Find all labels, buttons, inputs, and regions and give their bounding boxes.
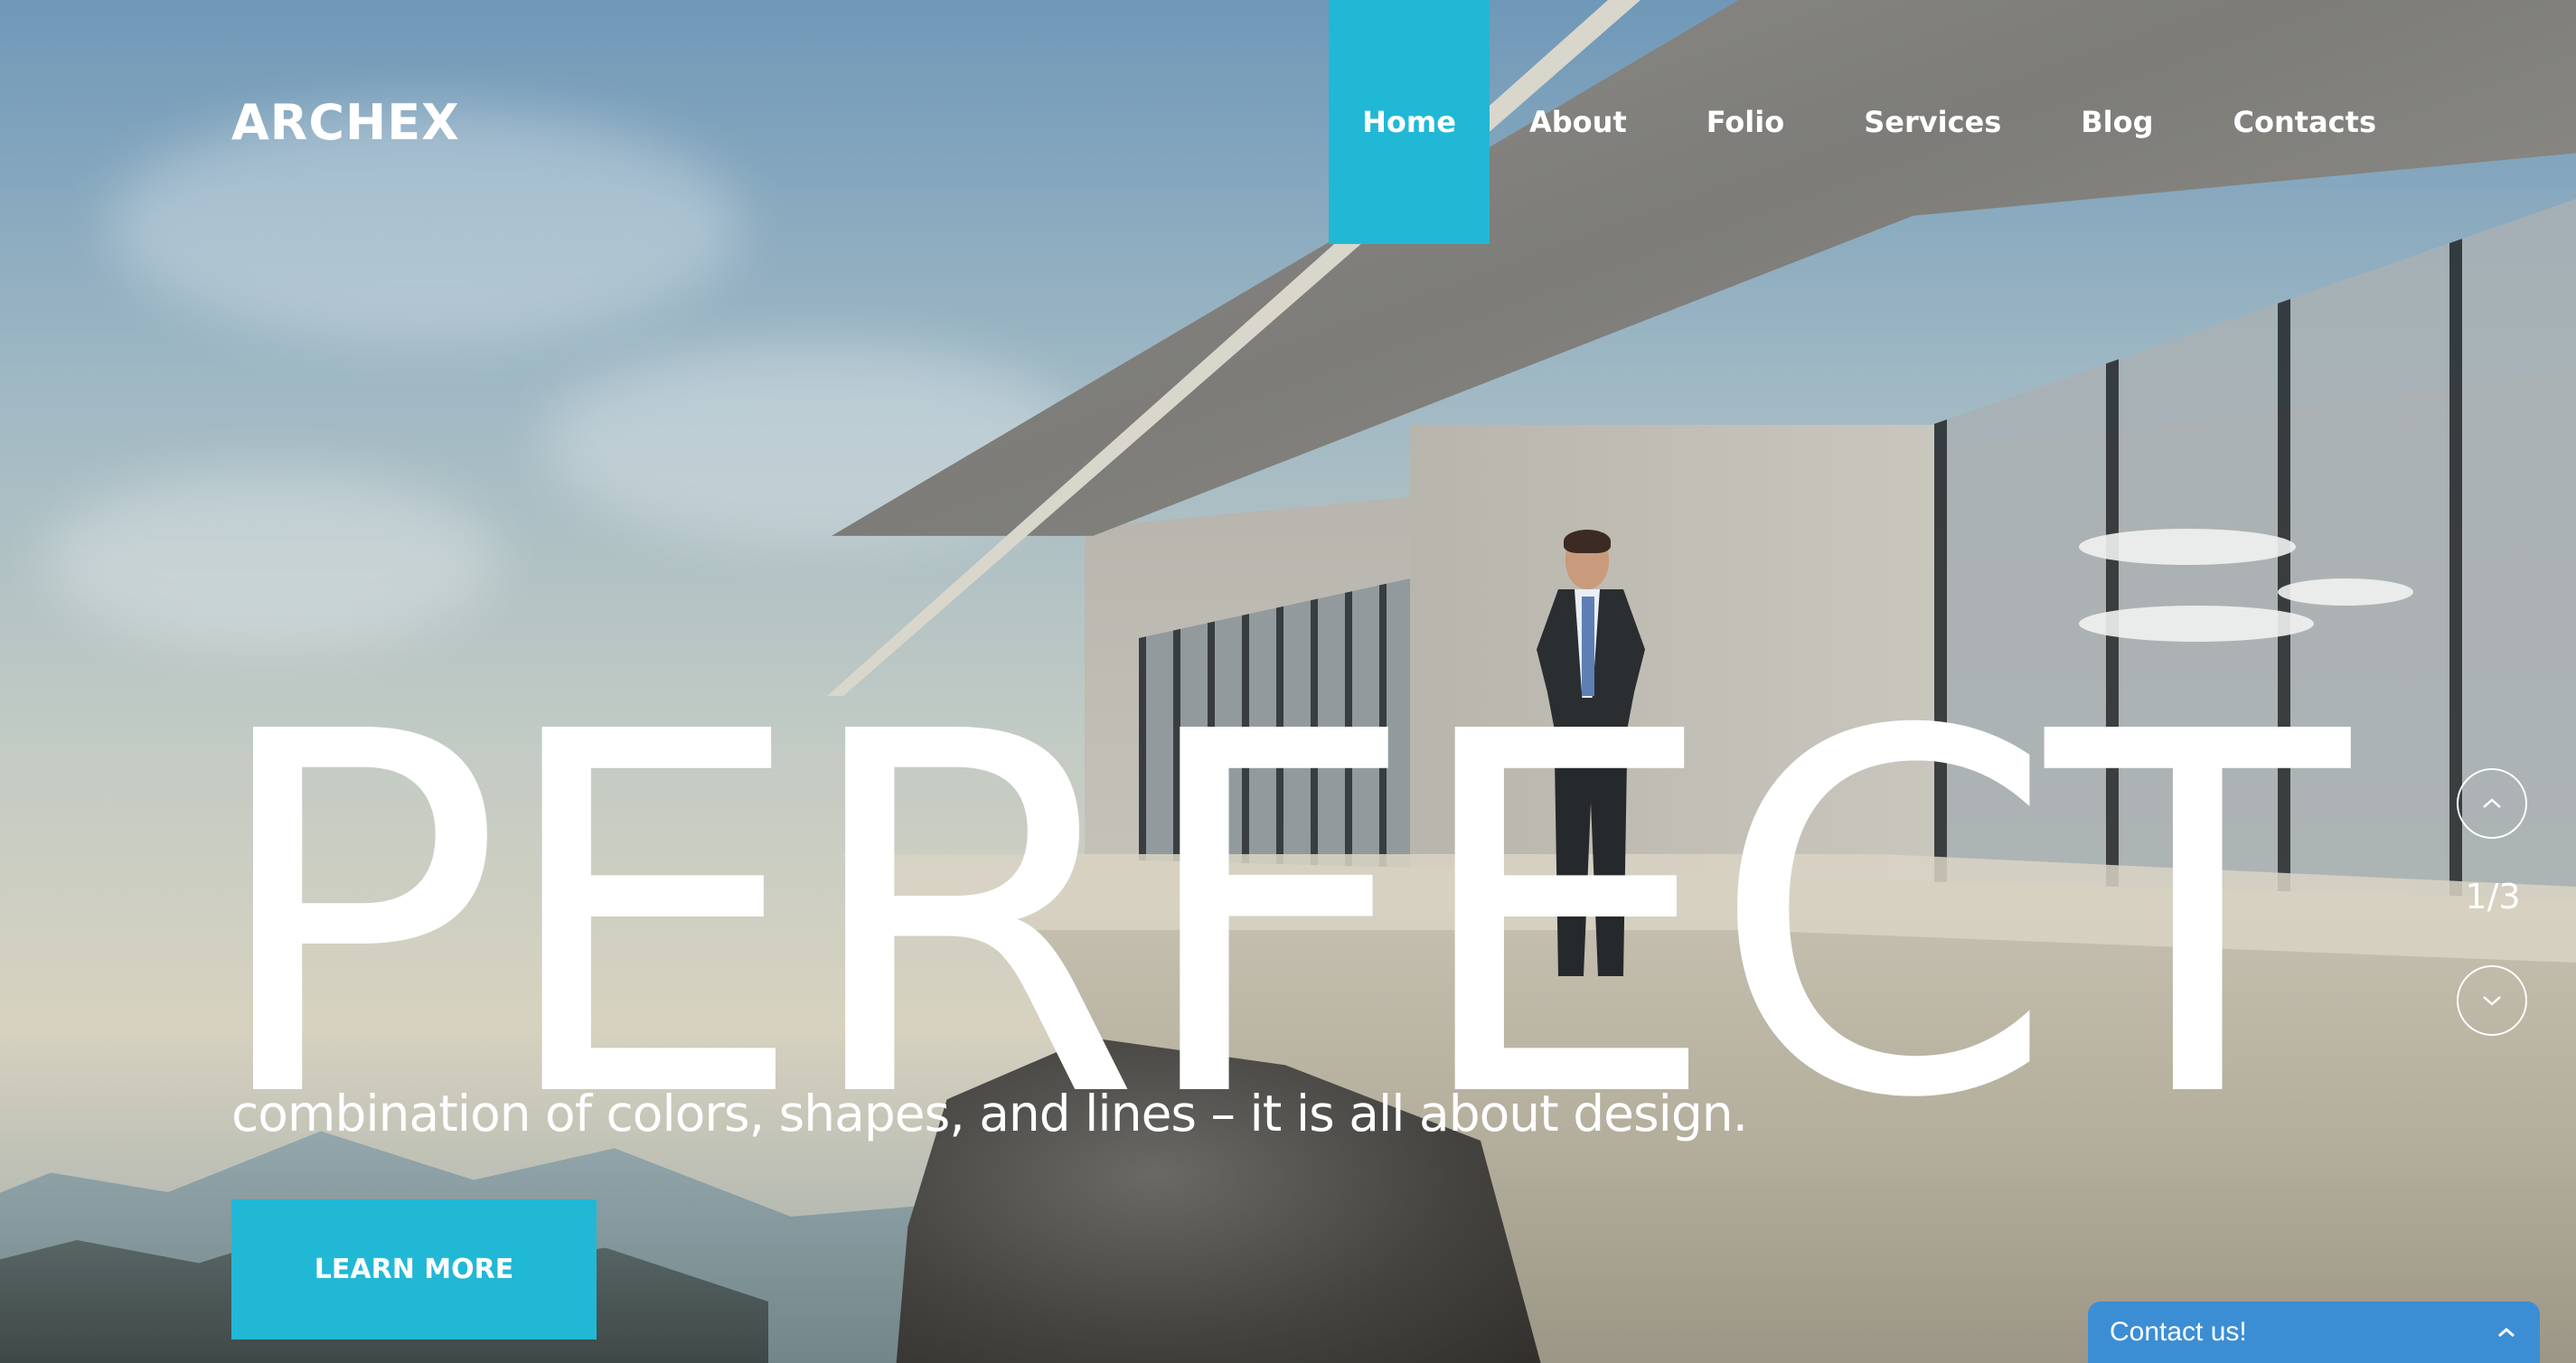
- nav-item-blog[interactable]: Blog: [2041, 0, 2193, 244]
- slide-prev-button[interactable]: [2457, 768, 2527, 839]
- main-nav: Home About Folio Services Blog Contacts: [1329, 0, 2416, 244]
- nav-item-about[interactable]: About: [1490, 0, 1667, 244]
- hero-subline: combination of colors, shapes, and lines…: [231, 1085, 1748, 1142]
- nav-item-home[interactable]: Home: [1329, 0, 1490, 244]
- hero-section: ARCHEX Home About Folio Services Blog Co…: [0, 0, 2576, 1363]
- nav-item-folio[interactable]: Folio: [1667, 0, 1824, 244]
- nav-item-contacts[interactable]: Contacts: [2194, 0, 2416, 244]
- learn-more-button[interactable]: LEARN MORE: [231, 1199, 597, 1340]
- contact-us-widget[interactable]: Contact us!: [2088, 1302, 2540, 1363]
- chevron-up-icon: [2498, 1328, 2515, 1338]
- slide-next-button[interactable]: [2457, 965, 2527, 1036]
- chevron-up-icon: [2483, 798, 2501, 808]
- chevron-down-icon: [2483, 996, 2501, 1006]
- contact-us-label: Contact us!: [2110, 1317, 2247, 1347]
- nav-item-services[interactable]: Services: [1824, 0, 2041, 244]
- slide-counter: 1/3: [2465, 877, 2521, 916]
- site-logo[interactable]: ARCHEX: [231, 94, 460, 151]
